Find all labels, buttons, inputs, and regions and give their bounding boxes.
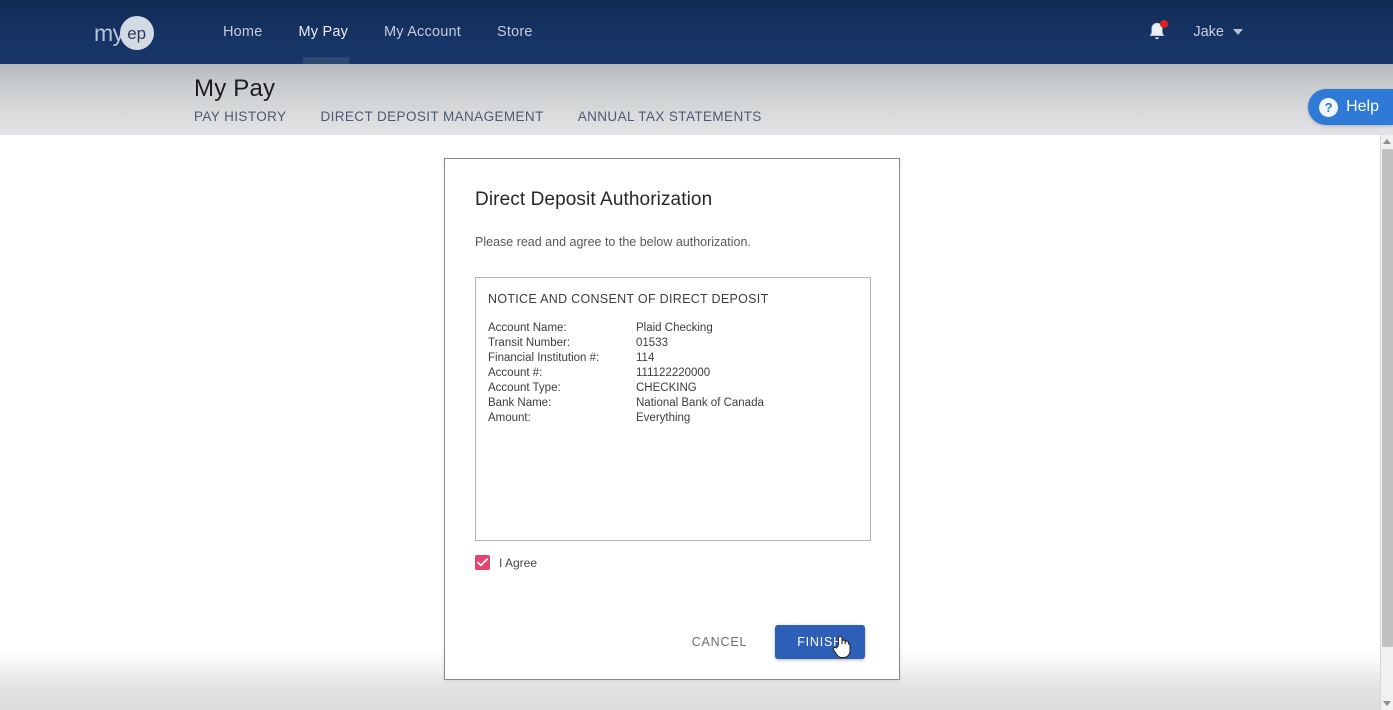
- direct-deposit-authorization-dialog: Direct Deposit Authorization Please read…: [444, 158, 900, 680]
- notice-row-key: Transit Number:: [488, 336, 571, 349]
- table-row: Account Type: CHECKING: [488, 380, 764, 395]
- table-row: Account #: 111122220000: [488, 365, 764, 380]
- subnav-item-direct-deposit-management[interactable]: DIRECT DEPOSIT MANAGEMENT: [320, 109, 543, 124]
- nav-item-store[interactable]: Store: [479, 0, 551, 64]
- notice-details-table: Account Name: Plaid Checking Transit Num…: [488, 320, 764, 425]
- subnav-item-pay-history[interactable]: PAY HISTORY: [194, 109, 286, 124]
- table-row: Transit Number: 01533: [488, 335, 764, 350]
- vertical-scrollbar[interactable]: [1380, 135, 1393, 710]
- page-title: My Pay: [194, 75, 276, 102]
- notice-row-key: Account #:: [488, 366, 543, 379]
- notice-row-value: 01533: [636, 336, 668, 349]
- nav-item-my-account-label: My Account: [384, 24, 461, 40]
- topbar-right-cluster: Jake: [1147, 0, 1243, 64]
- table-row: Amount: Everything: [488, 410, 764, 425]
- notice-row-key: Account Type:: [488, 381, 561, 394]
- triangle-down-glyph: [1383, 701, 1391, 706]
- nav-item-store-label: Store: [496, 24, 533, 40]
- help-button[interactable]: ? Help: [1308, 89, 1393, 125]
- app-logo[interactable]: my ep: [94, 16, 154, 50]
- chevron-down-icon: [1233, 29, 1243, 35]
- scrollbar-thumb[interactable]: [1382, 149, 1393, 647]
- question-mark-icon: ?: [1319, 97, 1339, 117]
- notice-row-value: Plaid Checking: [636, 321, 713, 334]
- notice-row-key: Account Name:: [488, 321, 567, 334]
- secondary-nav: PAY HISTORY DIRECT DEPOSIT MANAGEMENT AN…: [194, 109, 796, 124]
- table-row: Bank Name: National Bank of Canada: [488, 395, 764, 410]
- logo-text-ep: ep: [127, 23, 147, 43]
- user-name-label: Jake: [1193, 24, 1224, 40]
- agree-checkbox[interactable]: [475, 555, 490, 570]
- bell-icon[interactable]: [1147, 20, 1169, 43]
- dialog-action-row: CANCEL FINISH: [690, 625, 865, 659]
- nav-item-home-label: Home: [223, 24, 263, 40]
- agree-checkbox-row[interactable]: I Agree: [475, 555, 537, 570]
- nav-item-my-pay[interactable]: My Pay: [280, 0, 366, 64]
- help-button-label: Help: [1346, 98, 1379, 115]
- notice-row-value: National Bank of Canada: [636, 396, 764, 409]
- notice-row-value: Everything: [636, 411, 691, 424]
- agree-checkbox-label: I Agree: [499, 555, 538, 570]
- cancel-button[interactable]: CANCEL: [690, 627, 750, 657]
- notice-row-value: 111122220000: [636, 366, 711, 379]
- user-menu[interactable]: Jake: [1193, 24, 1243, 40]
- page-subheader: My Pay PAY HISTORY DIRECT DEPOSIT MANAGE…: [0, 64, 1393, 135]
- top-navigation-bar: my ep Home My Pay My Account Store Jake: [0, 0, 1393, 64]
- finish-button[interactable]: FINISH: [775, 625, 865, 659]
- nav-item-my-account[interactable]: My Account: [366, 0, 479, 64]
- active-nav-indicator: [303, 57, 349, 64]
- logo-circle-mark: ep: [119, 16, 154, 50]
- dialog-title: Direct Deposit Authorization: [475, 189, 713, 210]
- primary-nav: Home My Pay My Account Store: [205, 0, 551, 64]
- notice-row-value: 114: [636, 351, 655, 364]
- table-row: Account Name: Plaid Checking: [488, 320, 764, 335]
- notice-row-key: Financial Institution #:: [488, 351, 600, 364]
- authorization-notice-box[interactable]: NOTICE AND CONSENT OF DIRECT DEPOSIT Acc…: [475, 277, 871, 541]
- nav-item-my-pay-label: My Pay: [298, 24, 349, 40]
- scroll-down-arrow-icon[interactable]: [1381, 697, 1393, 710]
- nav-item-home[interactable]: Home: [205, 0, 280, 64]
- triangle-up-glyph: [1383, 139, 1391, 144]
- notice-heading: NOTICE AND CONSENT OF DIRECT DEPOSIT: [488, 292, 769, 306]
- table-row: Financial Institution #: 114: [488, 350, 764, 365]
- subnav-item-annual-tax-statements[interactable]: ANNUAL TAX STATEMENTS: [578, 109, 762, 124]
- notice-row-key: Amount:: [488, 411, 531, 424]
- notice-row-key: Bank Name:: [488, 396, 552, 409]
- scroll-up-arrow-icon[interactable]: [1381, 135, 1393, 148]
- dialog-subtitle: Please read and agree to the below autho…: [475, 235, 751, 249]
- notice-row-value: CHECKING: [636, 381, 697, 394]
